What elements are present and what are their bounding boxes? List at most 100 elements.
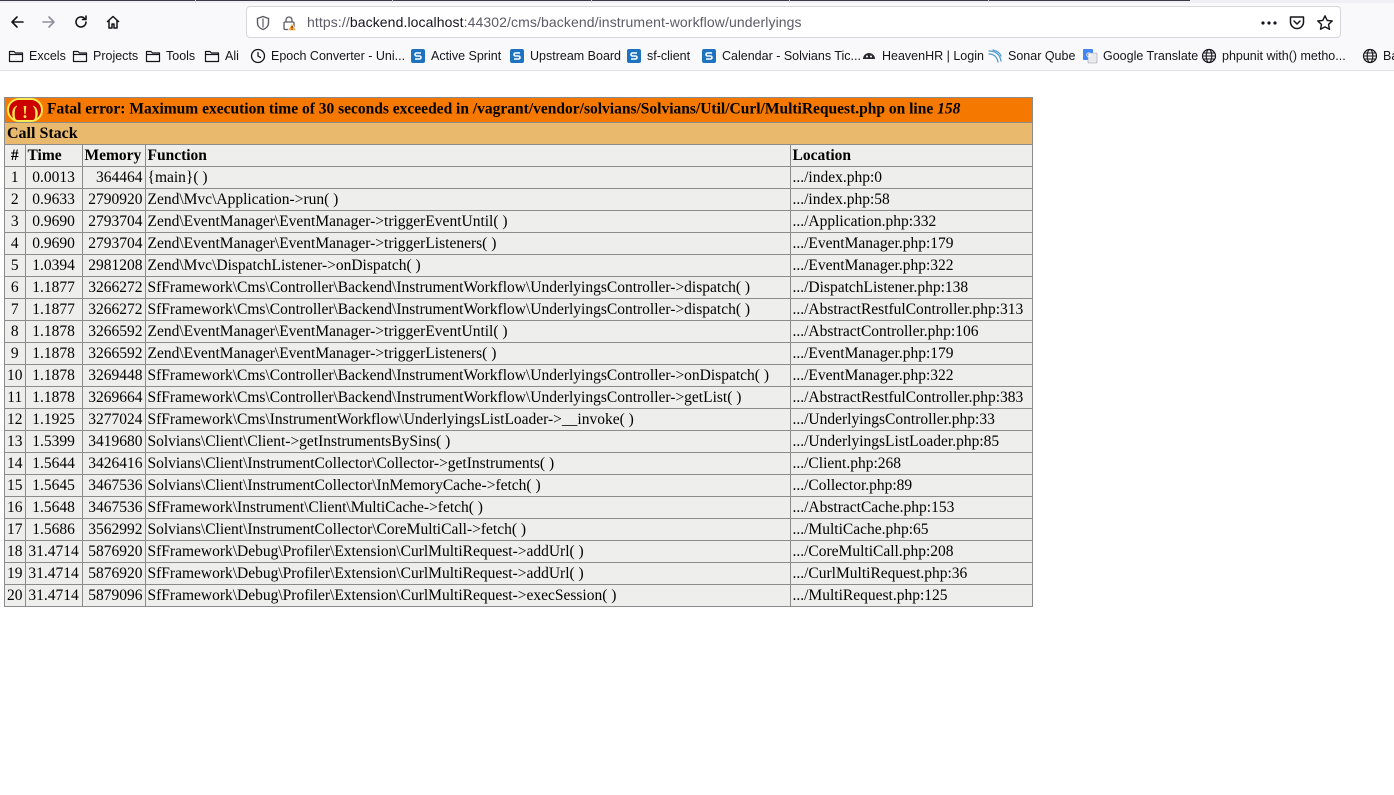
reload-icon — [75, 15, 87, 28]
stack-frame-location: .../DispatchListener.php:138 — [789, 276, 1033, 299]
stack-frame-time: 31.4714 — [24, 584, 83, 607]
stack-frame-time: 1.1877 — [24, 276, 83, 299]
bookmark-ba[interactable]: Ba — [1362, 47, 1394, 65]
stack-frame-number: 19 — [4, 562, 26, 585]
stack-frame-function: Solvians\Client\InstrumentCollector\InMe… — [144, 474, 791, 497]
clock-icon — [250, 48, 266, 64]
folder-icon — [8, 48, 24, 64]
solvians-icon — [410, 48, 426, 64]
bookmark-label: Google Translate — [1103, 49, 1199, 63]
bookmark-folder-ali[interactable]: Ali — [204, 47, 239, 65]
bookmark-google-translate[interactable]: G Google Translate — [1082, 47, 1198, 65]
page-content: ( ! ) Fatal error: Maximum execution time… — [0, 71, 1394, 795]
column-header-number: # — [4, 144, 26, 167]
column-header-location: Location — [789, 144, 1033, 167]
stack-frame-function: SfFramework\Cms\Controller\Backend\Instr… — [144, 364, 791, 387]
call-stack-header-row: Call Stack — [4, 122, 1033, 145]
call-stack-title: Call Stack — [4, 122, 1033, 145]
address-bar[interactable]: https://backend.localhost:44302/cms/back… — [246, 6, 1341, 38]
solvians-icon — [509, 48, 525, 64]
stack-frame-function: Zend\EventManager\EventManager->triggerE… — [144, 210, 791, 233]
stack-frame-location: .../AbstractController.php:106 — [789, 320, 1033, 343]
stack-frame-time: 31.4714 — [24, 540, 83, 563]
table-row: 20 31.4714 5879096 SfFramework\Debug\Profil… — [4, 584, 1033, 607]
page-actions-button[interactable] — [1260, 14, 1278, 32]
stack-frame-number: 10 — [4, 364, 26, 387]
stack-frame-location: .../Collector.php:89 — [789, 474, 1033, 497]
shield-icon[interactable] — [255, 15, 271, 31]
stack-frame-time: 1.1925 — [24, 408, 83, 431]
tab-strip-line — [0, 0, 1190, 1]
stack-frame-time: 1.5645 — [24, 474, 83, 497]
bookmark-folder-projects[interactable]: Projects — [72, 47, 138, 65]
stack-frame-time: 0.9633 — [24, 188, 83, 211]
bookmark-star-button[interactable] — [1316, 14, 1334, 32]
stack-frame-memory: 5879096 — [81, 584, 146, 607]
forward-button[interactable] — [34, 7, 64, 37]
column-header-row: # Time Memory Function Location — [4, 144, 1033, 167]
stack-frame-number: 7 — [4, 298, 26, 321]
bookmark-label: phpunit with() metho... — [1222, 49, 1346, 63]
folder-icon — [145, 48, 161, 64]
stack-frame-location: .../MultiCache.php:65 — [789, 518, 1033, 541]
navigation-toolbar: https://backend.localhost:44302/cms/back… — [0, 3, 1394, 41]
stack-frame-location: .../Application.php:332 — [789, 210, 1033, 233]
stack-frame-time: 1.5648 — [24, 496, 83, 519]
url-text[interactable]: https://backend.localhost:44302/cms/back… — [307, 14, 802, 30]
bookmark-epoch-converter[interactable]: Epoch Converter - Uni... — [250, 47, 405, 65]
stack-frame-memory: 2790920 — [81, 188, 146, 211]
stack-frame-function: Solvians\Client\InstrumentCollector\Core… — [144, 518, 791, 541]
stack-frame-number: 15 — [4, 474, 26, 497]
stack-frame-memory: 3419680 — [81, 430, 146, 453]
bookmark-heavenhr[interactable]: HeavenHR | Login — [861, 47, 984, 65]
table-row: 10 1.1878 3269448 SfFramework\Cms\Controlle… — [4, 364, 1033, 387]
stack-frame-function: SfFramework\Debug\Profiler\Extension\Cur… — [144, 584, 791, 607]
bookmark-sonarqube[interactable]: Sonar Qube — [987, 47, 1075, 65]
bookmark-active-sprint[interactable]: Active Sprint — [410, 47, 501, 65]
table-row: 13 1.5399 3419680 Solvians\Client\Client->g… — [4, 430, 1033, 453]
stack-frame-time: 1.5644 — [24, 452, 83, 475]
column-header-time: Time — [24, 144, 83, 167]
home-button[interactable] — [98, 7, 128, 37]
stack-frame-location: .../AbstractRestfulController.php:313 — [789, 298, 1033, 321]
lock-warning-icon[interactable] — [281, 15, 297, 31]
folder-icon — [72, 48, 88, 64]
folder-icon — [204, 48, 220, 64]
stack-frame-memory: 3266272 — [81, 276, 146, 299]
column-header-function: Function — [144, 144, 791, 167]
stack-frame-function: SfFramework\Debug\Profiler\Extension\Cur… — [144, 562, 791, 585]
bookmark-phpunit[interactable]: phpunit with() metho... — [1201, 47, 1346, 65]
stack-frame-function: SfFramework\Cms\Controller\Backend\Instr… — [144, 276, 791, 299]
stack-frame-location: .../UnderlyingsListLoader.php:85 — [789, 430, 1033, 453]
stack-frame-memory: 3426416 — [81, 452, 146, 475]
url-scheme: https:// — [307, 14, 350, 30]
back-arrow-icon — [11, 16, 24, 28]
bookmark-sf-client[interactable]: sf-client — [626, 47, 690, 65]
error-header-row: ( ! ) Fatal error: Maximum execution time… — [4, 97, 1033, 123]
bookmark-folder-tools[interactable]: Tools — [145, 47, 195, 65]
table-row: 17 1.5686 3562992 Solvians\Client\Instrumen… — [4, 518, 1033, 541]
stack-frame-function: Zend\EventManager\EventManager->triggerL… — [144, 232, 791, 255]
pocket-button[interactable] — [1288, 14, 1306, 32]
bookmark-upstream-board[interactable]: Upstream Board — [509, 47, 621, 65]
bookmark-label: Projects — [93, 49, 139, 63]
back-button[interactable] — [2, 7, 32, 37]
bookmark-folder-excels[interactable]: Excels — [8, 47, 66, 65]
stack-frame-location: .../MultiRequest.php:125 — [789, 584, 1033, 607]
more-horizontal-icon — [1261, 21, 1277, 25]
stack-frame-location: .../EventManager.php:179 — [789, 342, 1033, 365]
stack-frame-time: 1.1878 — [24, 342, 83, 365]
stack-frame-time: 1.5686 — [24, 518, 83, 541]
xdebug-error-table: ( ! ) Fatal error: Maximum execution time… — [4, 97, 1033, 607]
stack-frame-memory: 2793704 — [81, 232, 146, 255]
stack-frame-function: SfFramework\Cms\Controller\Backend\Instr… — [144, 386, 791, 409]
pocket-icon — [1289, 16, 1305, 30]
svg-text:G: G — [1086, 51, 1091, 59]
bookmark-calendar[interactable]: Calendar - Solvians Tic... — [701, 47, 861, 65]
reload-button[interactable] — [66, 7, 96, 37]
table-row: 16 1.5648 3467536 SfFramework\Instrument\Cl… — [4, 496, 1033, 519]
stack-frame-location: .../EventManager.php:322 — [789, 254, 1033, 277]
table-row: 12 1.1925 3277024 SfFramework\Cms\Instrumen… — [4, 408, 1033, 431]
bookmark-label: Upstream Board — [530, 49, 622, 63]
stack-frame-number: 1 — [4, 166, 26, 189]
